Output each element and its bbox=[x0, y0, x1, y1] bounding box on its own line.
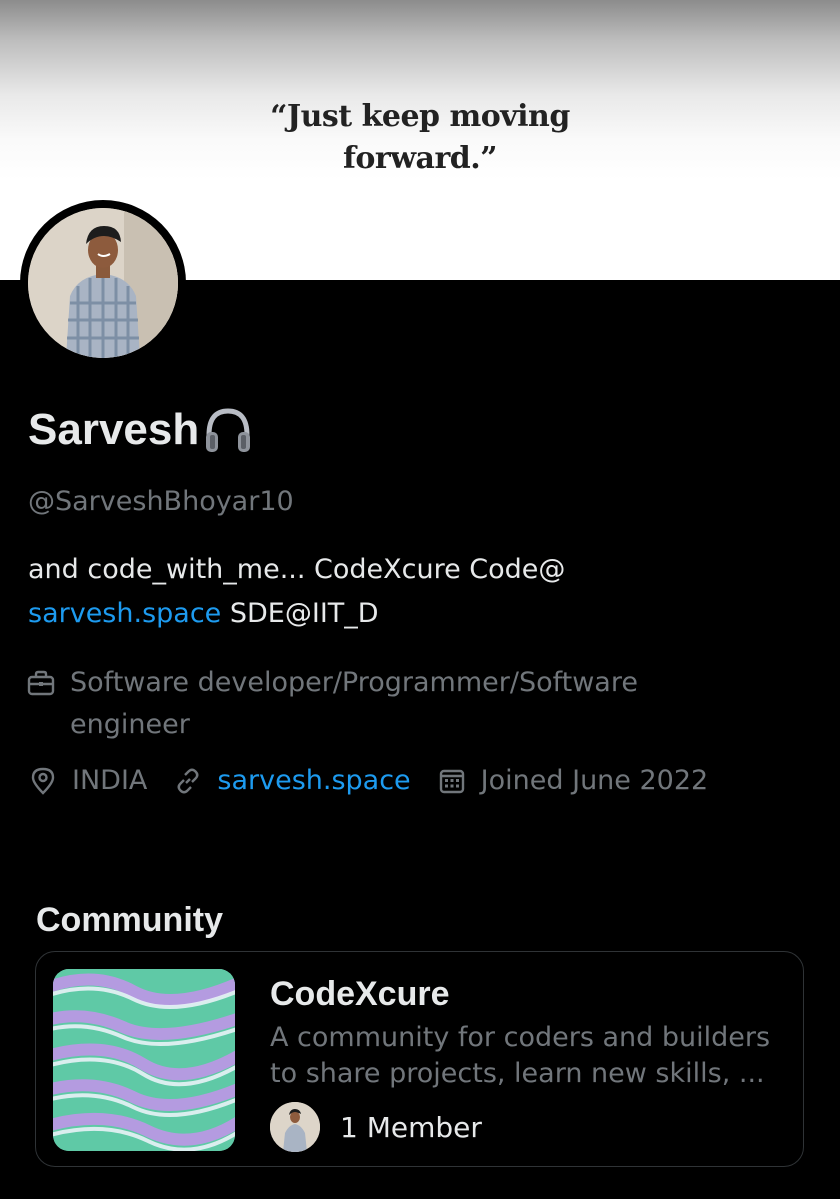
profile-occupation: Software developer/Programmer/Software e… bbox=[26, 662, 786, 746]
location-item: INDIA bbox=[28, 760, 147, 802]
community-members[interactable]: 1 Member bbox=[270, 1102, 482, 1152]
community-description: A community for coders and builders to s… bbox=[270, 1020, 790, 1092]
banner-quote-line-1: “Just keep moving bbox=[270, 99, 570, 134]
profile-avatar[interactable] bbox=[20, 200, 186, 366]
community-description-line-2: to share projects, learn new skills, ... bbox=[270, 1058, 765, 1089]
joined-item: Joined June 2022 bbox=[437, 760, 709, 802]
avatar-photo bbox=[28, 208, 178, 358]
profile-info-row: INDIA sarvesh.space Joined June 2022 bbox=[28, 760, 734, 802]
profile-name: Sarvesh bbox=[28, 402, 255, 458]
website-link[interactable]: sarvesh.space bbox=[217, 760, 410, 802]
member-avatar bbox=[270, 1102, 320, 1152]
bio-link[interactable]: sarvesh.space bbox=[28, 598, 221, 629]
banner-quote-line-2: forward.” bbox=[343, 141, 497, 176]
banner-quote: “Just keep moving forward.” bbox=[0, 96, 840, 180]
avatar-person-illustration bbox=[28, 208, 178, 358]
profile-handle: @SarveshBhoyar10 bbox=[28, 486, 294, 517]
community-thumbnail bbox=[53, 969, 235, 1151]
website-item[interactable]: sarvesh.space bbox=[173, 760, 411, 802]
profile-page: “Just keep moving forward.” Sarvesh @Sar… bbox=[0, 0, 840, 1199]
joined-text: Joined June 2022 bbox=[480, 765, 709, 796]
profile-bio: and code_with_me... CodeXcure Code@ sarv… bbox=[28, 548, 818, 636]
bio-text: and code_with_me... CodeXcure Code@ bbox=[28, 554, 566, 585]
member-count: 1 Member bbox=[340, 1110, 482, 1144]
link-icon bbox=[177, 768, 199, 794]
location-text: INDIA bbox=[72, 765, 148, 796]
location-pin-icon bbox=[31, 767, 55, 795]
community-section-title: Community bbox=[36, 901, 223, 939]
profile-name-text: Sarvesh bbox=[28, 405, 200, 454]
occupation-text: Software developer/Programmer/Software e… bbox=[70, 667, 638, 740]
briefcase-icon bbox=[27, 670, 55, 696]
community-name[interactable]: CodeXcure bbox=[270, 972, 450, 1016]
headphone-icon bbox=[201, 405, 255, 455]
community-pattern-image bbox=[53, 969, 235, 1151]
bio-suffix: SDE@IIT_D bbox=[221, 598, 379, 629]
community-card[interactable]: CodeXcure A community for coders and bui… bbox=[35, 951, 804, 1167]
community-description-line-1: A community for coders and builders bbox=[270, 1022, 771, 1053]
calendar-icon bbox=[439, 769, 464, 794]
